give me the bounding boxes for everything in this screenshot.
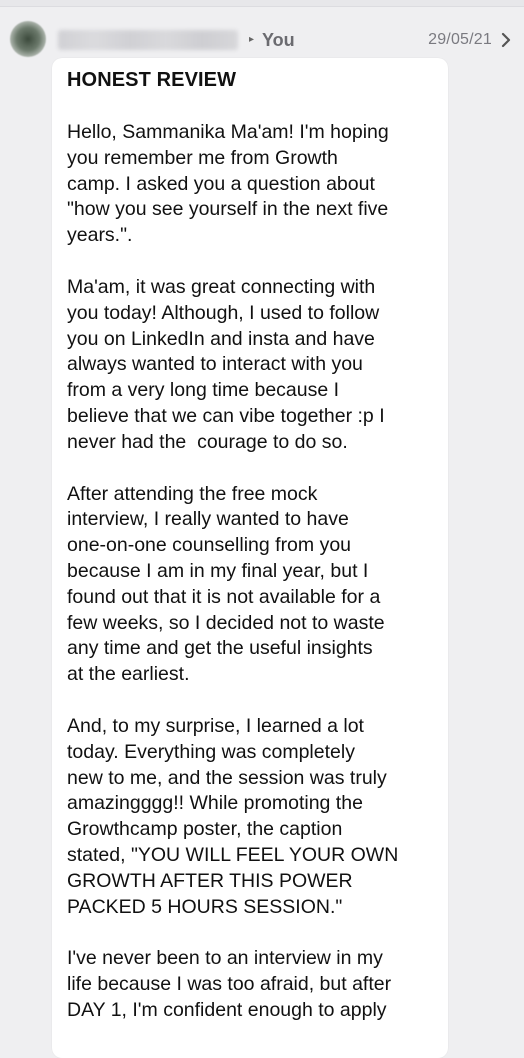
message-title: HONEST REVIEW — [67, 69, 237, 91]
chevron-right-icon[interactable] — [498, 30, 514, 50]
message-paragraph: I've never been to an interview in my li… — [67, 947, 392, 1021]
sender-name-redacted[interactable] — [58, 30, 238, 50]
message-paragraph: And, to my surprise, I learned a lot tod… — [67, 714, 399, 918]
message-paragraph: Ma'am, it was great connecting with you … — [67, 275, 385, 453]
message-header: ▸ You 29/05/21 — [0, 18, 524, 62]
message-bubble[interactable]: HONEST REVIEW Hello, Sammanika Ma'am! I'… — [52, 58, 448, 1058]
message-date: 29/05/21 — [428, 31, 492, 48]
message-paragraph: After attending the free mock interview,… — [67, 482, 385, 686]
top-divider — [0, 0, 524, 7]
recipient-label: You — [262, 30, 295, 50]
sender-avatar[interactable] — [10, 21, 46, 57]
message-paragraph: Hello, Sammanika Ma'am! I'm hoping you r… — [67, 121, 389, 247]
small-right-arrow-icon: ▸ — [249, 34, 255, 45]
message-body: Hello, Sammanika Ma'am! I'm hoping you r… — [67, 120, 437, 1050]
